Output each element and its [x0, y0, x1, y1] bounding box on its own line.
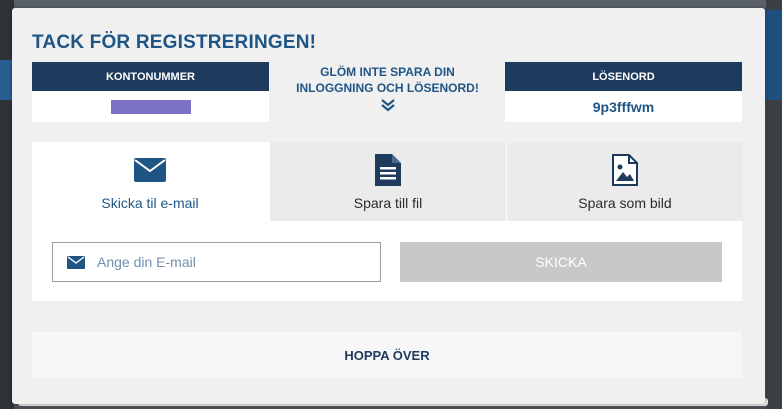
tab-save-image-label: Spara som bild: [578, 195, 672, 211]
backdrop-right: [766, 0, 782, 409]
password-value-cell: 9p3fffwm: [505, 91, 742, 122]
skip-button[interactable]: HOPPA ÖVER: [32, 332, 742, 378]
envelope-icon: [134, 154, 166, 186]
file-icon: [375, 154, 401, 186]
redacted-account-number: [110, 99, 191, 114]
save-reminder: GLÖM INTE SPARA DIN INLOGGNING OCH LÖSEN…: [270, 64, 505, 112]
account-number-header: KONTONUMMER: [32, 62, 269, 91]
password-box: LÖSENORD 9p3fffwm: [505, 62, 742, 122]
email-input[interactable]: [95, 253, 359, 271]
tab-save-file-label: Spara till fil: [353, 195, 423, 211]
backdrop: [0, 0, 782, 8]
email-field[interactable]: [52, 242, 381, 282]
tab-send-email[interactable]: Skicka til e-mail: [32, 142, 268, 221]
modal-title: TACK FÖR REGISTRERINGEN!: [32, 32, 317, 53]
password-value: 9p3fffwm: [592, 98, 655, 115]
send-button[interactable]: SKICKA: [400, 242, 722, 282]
double-chevron-down-icon: [380, 99, 395, 112]
password-header: LÖSENORD: [505, 62, 742, 91]
account-number-box: KONTONUMMER: [32, 62, 269, 122]
tab-send-email-label: Skicka til e-mail: [101, 195, 199, 211]
reminder-line-1: GLÖM INTE SPARA DIN: [320, 65, 455, 79]
envelope-icon: [67, 255, 85, 269]
reminder-line-2: INLOGGNING OCH LÖSENORD!: [296, 81, 479, 95]
account-number-value: [32, 91, 269, 122]
registration-modal: TACK FÖR REGISTRERINGEN! KONTONUMMER GLÖ…: [12, 8, 765, 404]
tab-save-file[interactable]: Spara till fil: [269, 142, 506, 221]
image-file-icon: [612, 154, 638, 186]
tab-save-image[interactable]: Spara som bild: [506, 142, 743, 221]
save-options-panel: Skicka til e-mail Spara till fil Spara s…: [32, 142, 743, 301]
